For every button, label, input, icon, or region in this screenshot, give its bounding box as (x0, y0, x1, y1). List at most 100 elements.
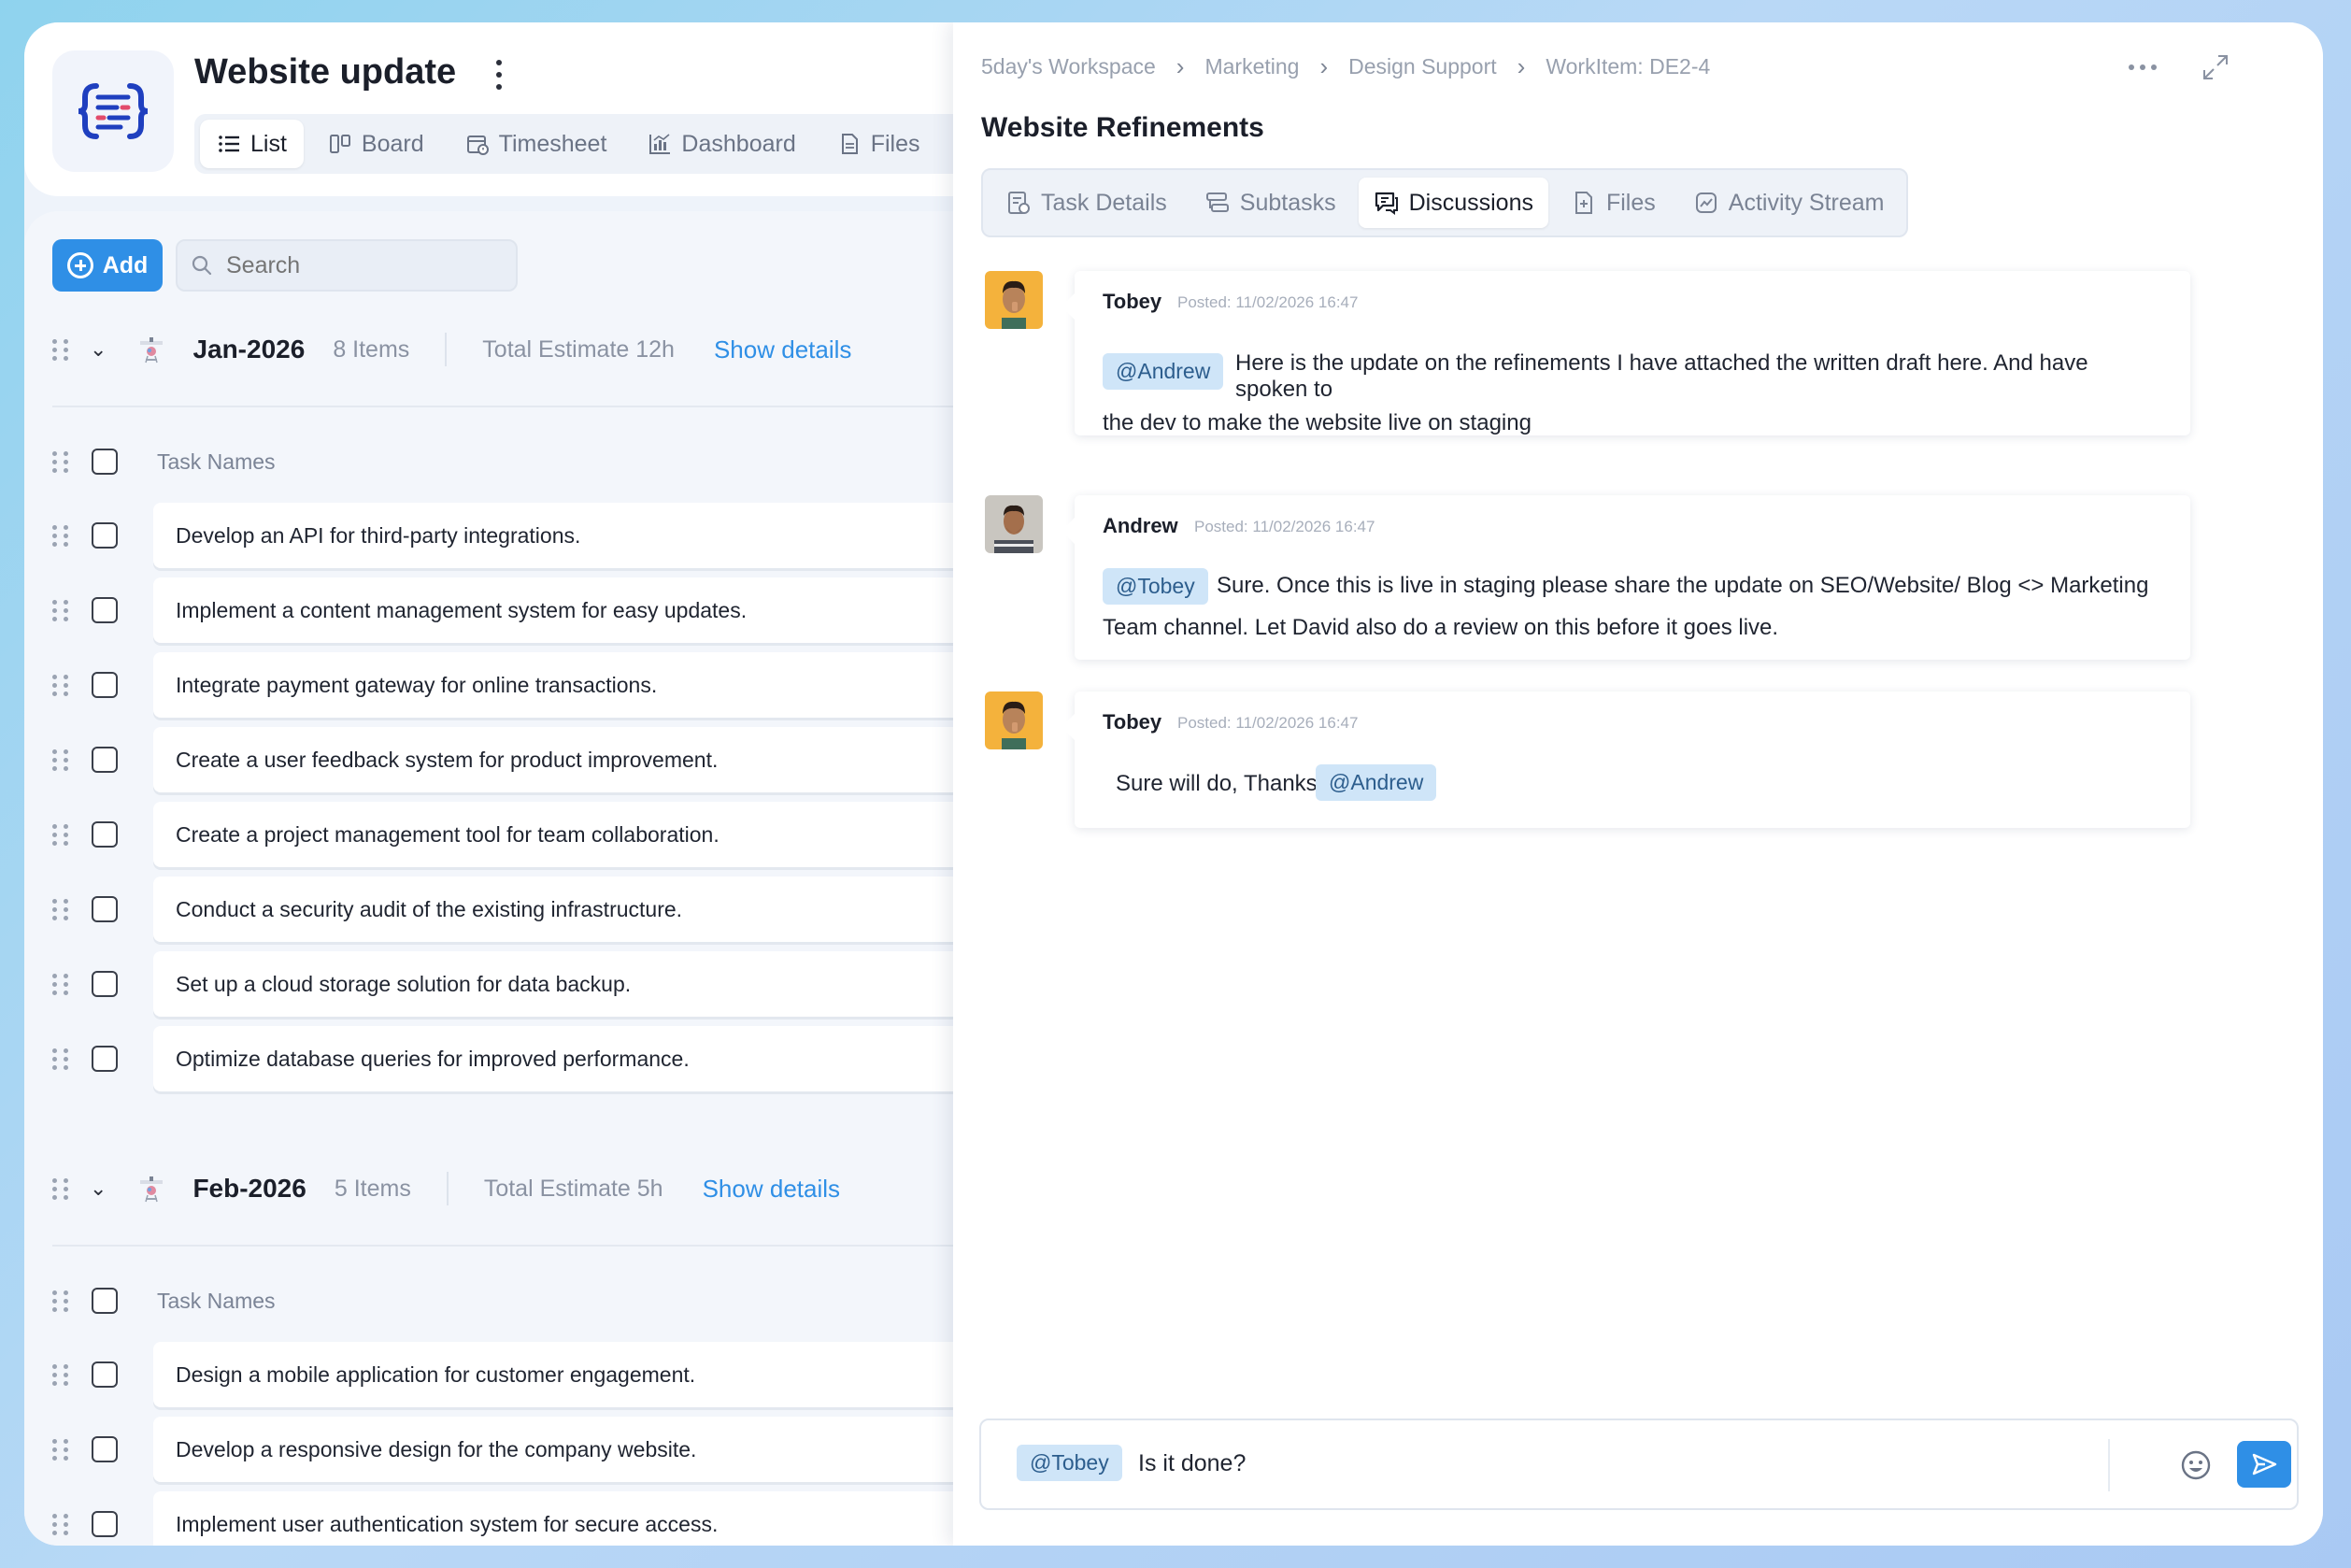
task-name[interactable]: Optimize database queries for improved p… (153, 1026, 987, 1091)
drag-handle-icon[interactable] (52, 971, 71, 997)
drag-handle-icon[interactable] (52, 597, 71, 623)
avatar[interactable] (985, 495, 1043, 553)
chevron-right-icon: › (1517, 52, 1526, 80)
select-all-checkbox[interactable] (92, 1288, 118, 1314)
table-row[interactable]: Set up a cloud storage solution for data… (52, 951, 987, 1017)
task-name[interactable]: Implement a content management system fo… (153, 577, 987, 643)
row-checkbox[interactable] (92, 1361, 118, 1388)
project-logo (52, 50, 174, 172)
task-name[interactable]: Conduct a security audit of the existing… (153, 877, 987, 942)
mention-tag[interactable]: @Andrew (1316, 764, 1437, 801)
tab-list[interactable]: List (200, 120, 304, 168)
mention-tag[interactable]: @Andrew (1103, 353, 1224, 390)
message-composer[interactable]: @Tobey Is it done? (979, 1418, 2299, 1510)
task-name[interactable]: Set up a cloud storage solution for data… (153, 951, 987, 1017)
drag-handle-icon[interactable] (52, 1361, 71, 1388)
drag-handle-icon[interactable] (52, 747, 71, 773)
divider (446, 1172, 449, 1205)
tab-activity-stream[interactable]: Activity Stream (1678, 178, 1900, 228)
tab-board[interactable]: Board (311, 120, 441, 168)
expand-icon[interactable] (2201, 53, 2230, 81)
chevron-down-icon[interactable]: ⌄ (90, 337, 107, 362)
row-checkbox[interactable] (92, 672, 118, 698)
table-row[interactable]: Integrate payment gateway for online tra… (52, 652, 987, 718)
discussion-message: Tobey Posted: 11/02/2026 16:47 Sure will… (985, 691, 2190, 832)
table-row[interactable]: Implement a content management system fo… (52, 577, 987, 643)
table-row[interactable]: Develop an API for third-party integrati… (52, 503, 987, 568)
tab-discussions[interactable]: Discussions (1358, 178, 1548, 228)
group-header-feb: ⌄ Feb-2026 5 Items Total Estimate 5h Sho… (52, 1161, 987, 1217)
table-row[interactable]: Develop a responsive design for the comp… (52, 1417, 987, 1482)
breadcrumb-item[interactable]: Marketing (1204, 54, 1299, 79)
tab-dashboard[interactable]: Dashboard (631, 120, 812, 168)
row-checkbox[interactable] (92, 896, 118, 922)
column-header: Task Names (52, 443, 987, 480)
row-checkbox[interactable] (92, 1046, 118, 1072)
column-label-task-names: Task Names (157, 1288, 276, 1313)
row-checkbox[interactable] (92, 522, 118, 549)
breadcrumb-item[interactable]: 5day's Workspace (981, 54, 1156, 79)
avatar[interactable] (985, 271, 1043, 329)
task-name[interactable]: Develop an API for third-party integrati… (153, 503, 987, 568)
table-row[interactable]: Implement user authentication system for… (52, 1491, 987, 1546)
message-bubble: Tobey Posted: 11/02/2026 16:47 Sure will… (1062, 691, 2190, 828)
row-checkbox[interactable] (92, 747, 118, 773)
task-name[interactable]: Implement user authentication system for… (153, 1491, 987, 1546)
table-row[interactable]: Create a user feedback system for produc… (52, 727, 987, 792)
table-row[interactable]: Optimize database queries for improved p… (52, 1026, 987, 1091)
row-checkbox[interactable] (92, 1436, 118, 1462)
more-options-icon[interactable] (488, 56, 510, 93)
more-horizontal-icon[interactable] (2129, 49, 2157, 86)
show-details-link[interactable]: Show details (703, 1175, 840, 1204)
tab-list-label: List (250, 130, 287, 157)
send-button[interactable] (2237, 1441, 2291, 1488)
tab-subtasks-label: Subtasks (1239, 189, 1336, 216)
table-row[interactable]: Design a mobile application for customer… (52, 1342, 987, 1407)
breadcrumb-item[interactable]: Design Support (1348, 54, 1497, 79)
select-all-checkbox[interactable] (92, 449, 118, 475)
tab-timesheet[interactable]: Timesheet (449, 120, 624, 168)
drag-handle-icon[interactable] (52, 1176, 71, 1202)
breadcrumb-item[interactable]: WorkItem: DE2-4 (1546, 54, 1710, 79)
chevron-right-icon: › (1319, 52, 1329, 80)
composer-mention-tag[interactable]: @Tobey (1017, 1445, 1122, 1481)
divider (445, 333, 448, 366)
drag-handle-icon[interactable] (52, 821, 71, 848)
row-checkbox[interactable] (92, 971, 118, 997)
emoji-icon[interactable] (2179, 1448, 2213, 1482)
drag-handle-icon[interactable] (52, 449, 71, 475)
avatar[interactable] (985, 691, 1043, 749)
chevron-down-icon[interactable]: ⌄ (90, 1176, 107, 1201)
row-checkbox[interactable] (92, 821, 118, 848)
drag-handle-icon[interactable] (52, 896, 71, 922)
task-name[interactable]: Design a mobile application for customer… (153, 1342, 987, 1407)
row-checkbox[interactable] (92, 1511, 118, 1537)
add-button[interactable]: Add (52, 239, 163, 292)
search-icon (192, 255, 212, 276)
drag-handle-icon[interactable] (52, 1511, 71, 1537)
drag-handle-icon[interactable] (52, 672, 71, 698)
tab-task-details[interactable]: Task Details (990, 178, 1182, 228)
drag-handle-icon[interactable] (52, 1436, 71, 1462)
drag-handle-icon[interactable] (52, 1046, 71, 1072)
table-row[interactable]: Conduct a security audit of the existing… (52, 877, 987, 942)
search-box[interactable] (176, 239, 518, 292)
task-name[interactable]: Integrate payment gateway for online tra… (153, 652, 987, 718)
table-row[interactable]: Create a project management tool for tea… (52, 802, 987, 867)
drag-handle-icon[interactable] (52, 336, 71, 363)
tab-files[interactable]: Files (820, 120, 937, 168)
tab-files[interactable]: Files (1556, 178, 1671, 228)
tab-subtasks[interactable]: Subtasks (1190, 178, 1351, 228)
message-timestamp: Posted: 11/02/2026 16:47 (1177, 714, 1359, 732)
show-details-link[interactable]: Show details (714, 335, 851, 364)
mention-tag[interactable]: @Tobey (1103, 568, 1208, 605)
composer-input-text[interactable]: Is it done? (1138, 1450, 1246, 1477)
drag-handle-icon[interactable] (52, 1288, 71, 1314)
row-checkbox[interactable] (92, 597, 118, 623)
search-input[interactable] (226, 251, 488, 279)
task-name[interactable]: Create a user feedback system for produc… (153, 727, 987, 792)
task-name[interactable]: Develop a responsive design for the comp… (153, 1417, 987, 1482)
task-name[interactable]: Create a project management tool for tea… (153, 802, 987, 867)
drag-handle-icon[interactable] (52, 522, 71, 549)
project-title: Website update (194, 52, 457, 92)
